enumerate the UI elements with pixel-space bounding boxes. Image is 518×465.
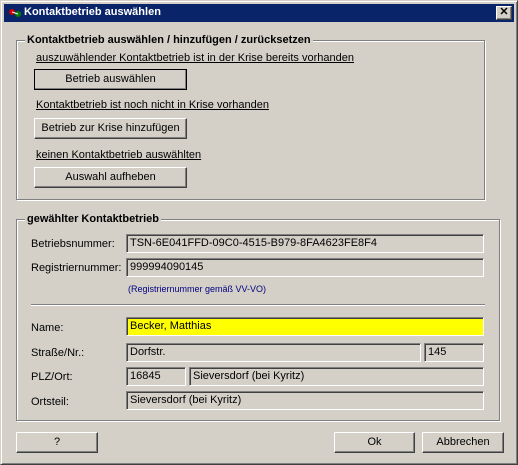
title-bar[interactable]: Kontaktbetrieb auswählen ✕ bbox=[4, 4, 514, 22]
not-existing-business-text: Kontaktbetrieb ist noch nicht in Krise v… bbox=[36, 99, 269, 111]
clear-selection-button[interactable]: Auswahl aufheben bbox=[34, 167, 187, 188]
name-label: Name: bbox=[31, 322, 64, 334]
ort-field[interactable]: Sieversdorf (bei Kyritz) bbox=[189, 367, 484, 386]
add-business-button[interactable]: Betrieb zur Krise hinzufügen bbox=[34, 118, 187, 139]
ok-button[interactable]: Ok bbox=[334, 432, 415, 453]
no-business-text: keinen Kontaktbetrieb auswählten bbox=[36, 149, 202, 161]
plz-field[interactable]: 16845 bbox=[126, 367, 186, 386]
section-divider bbox=[31, 304, 485, 306]
select-business-button[interactable]: Betrieb auswählen bbox=[34, 69, 187, 90]
group-select-legend: Kontaktbetrieb auswählen / hinzufügen / … bbox=[25, 33, 313, 47]
close-icon[interactable]: ✕ bbox=[496, 6, 512, 20]
registriernummer-label: Registriernummer: bbox=[31, 262, 122, 274]
strasse-label: Straße/Nr.: bbox=[31, 347, 85, 359]
app-icon bbox=[9, 9, 21, 17]
plz-ort-label: PLZ/Ort: bbox=[31, 371, 73, 383]
name-field[interactable]: Becker, Matthias bbox=[126, 317, 484, 336]
group-selected-legend: gewählter Kontaktbetrieb bbox=[25, 212, 162, 226]
existing-business-text: auszuwählender Kontaktbetrieb ist in der… bbox=[36, 52, 354, 64]
betriebsnummer-label: Betriebsnummer: bbox=[31, 238, 115, 250]
ortsteil-label: Ortsteil: bbox=[31, 396, 69, 408]
window-title: Kontaktbetrieb auswählen bbox=[24, 6, 161, 18]
registriernummer-field[interactable]: 999994090145 bbox=[126, 258, 484, 277]
hausnummer-field[interactable]: 145 bbox=[424, 343, 484, 362]
dialog-window: Kontaktbetrieb auswählen ✕ Kontaktbetrie… bbox=[0, 0, 518, 465]
ortsteil-field[interactable]: Sieversdorf (bei Kyritz) bbox=[126, 391, 484, 410]
strasse-field[interactable]: Dorfstr. bbox=[126, 343, 421, 362]
help-button[interactable]: ? bbox=[16, 432, 98, 453]
registriernummer-hint: (Registriernummer gemäß VV-VO) bbox=[128, 284, 267, 294]
betriebsnummer-field[interactable]: TSN-6E041FFD-09C0-4515-B979-8FA4623FE8F4 bbox=[126, 234, 484, 253]
cancel-button[interactable]: Abbrechen bbox=[422, 432, 504, 453]
